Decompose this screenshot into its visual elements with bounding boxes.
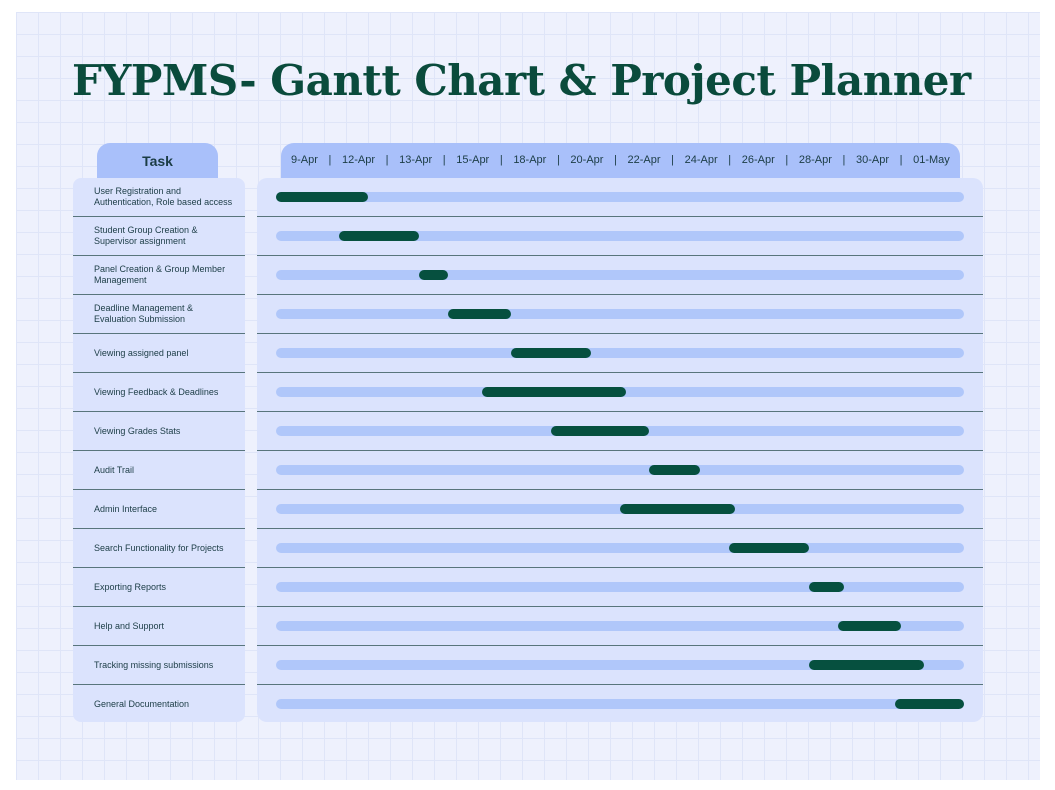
task-label: Exporting Reports — [94, 581, 167, 592]
bar-row — [257, 256, 983, 295]
page-title: FYPMS- Gantt Chart & Project Planner — [72, 56, 971, 105]
task-label: Deadline Management & Evaluation Submiss… — [94, 303, 194, 324]
task-list-panel: User Registration and Authentication, Ro… — [73, 178, 245, 722]
bar-row — [257, 451, 983, 490]
date-tick-label: 01-May — [913, 154, 950, 166]
task-row: Help and Support — [73, 607, 245, 646]
task-row: Tracking missing submissions — [73, 646, 245, 685]
bar-row — [257, 685, 983, 722]
date-tick-separator: | — [899, 154, 903, 166]
bar-row — [257, 568, 983, 607]
bar-row — [257, 607, 983, 646]
task-bar — [339, 231, 420, 241]
task-bar — [620, 504, 735, 514]
task-label: Help and Support — [94, 620, 165, 631]
date-tick-label: 9-Apr — [291, 154, 318, 166]
task-row: Student Group Creation & Supervisor assi… — [73, 217, 245, 256]
date-tick-label: 30-Apr — [855, 154, 889, 166]
date-tick-label: 15-Apr — [456, 154, 490, 166]
bar-row — [257, 529, 983, 568]
date-axis-header: 9-Apr | 12-Apr | 13-Apr | 15-Apr | 18-Apr | 20-Apr… — [281, 143, 960, 183]
timeline-track — [276, 309, 964, 319]
task-row: Exporting Reports — [73, 568, 245, 607]
bar-row — [257, 334, 983, 373]
date-tick-label: 22-Apr — [627, 154, 661, 166]
task-label: Admin Interface — [94, 503, 158, 514]
task-label: Tracking missing submissions — [94, 659, 214, 670]
timeline-track — [276, 699, 964, 709]
bar-row — [257, 217, 983, 256]
date-tick-label: 13-Apr — [399, 154, 433, 166]
gantt-bars-panel — [257, 178, 983, 722]
task-label: Viewing Grades Stats — [94, 425, 181, 436]
task-label: Search Functionality for Projects — [94, 542, 224, 553]
date-tick-label: 28-Apr — [798, 154, 832, 166]
bar-row — [257, 490, 983, 529]
task-label: Viewing Feedback & Deadlines — [94, 386, 219, 397]
date-tick-separator: | — [385, 154, 389, 166]
task-bar — [419, 270, 448, 280]
task-bar — [276, 192, 368, 202]
date-tick-label: 24-Apr — [684, 154, 718, 166]
bar-row — [257, 646, 983, 685]
timeline-track — [276, 348, 964, 358]
date-tick-label: 12-Apr — [341, 154, 376, 166]
task-row: Search Functionality for Projects — [73, 529, 245, 568]
timeline-track — [276, 582, 964, 592]
bar-row — [257, 412, 983, 451]
bar-row — [257, 178, 983, 217]
task-bar — [482, 387, 626, 397]
task-row: Admin Interface — [73, 490, 245, 529]
bar-row — [257, 373, 983, 412]
task-row: Viewing Grades Stats — [73, 412, 245, 451]
date-tick-separator: | — [442, 154, 446, 166]
task-bar — [551, 426, 649, 436]
task-row: User Registration and Authentication, Ro… — [73, 178, 245, 217]
task-label: Viewing assigned panel — [94, 347, 189, 358]
date-tick-separator: | — [671, 154, 675, 166]
task-bar — [511, 348, 592, 358]
date-tick-separator: | — [785, 154, 789, 166]
task-bar — [448, 309, 512, 319]
task-bar — [809, 660, 924, 670]
date-tick-label: 20-Apr — [570, 154, 604, 166]
task-row: Panel Creation & Group Member Management — [73, 256, 245, 295]
task-bar — [728, 543, 810, 553]
timeline-track — [276, 465, 964, 475]
date-tick-separator: | — [728, 154, 732, 166]
timeline-track — [276, 543, 964, 553]
timeline-track — [276, 270, 964, 280]
date-tick-separator: | — [556, 154, 560, 166]
gantt-page: FYPMS- Gantt Chart & Project Planner Tas… — [16, 12, 1040, 780]
task-label: Student Group Creation & Supervisor assi… — [94, 225, 198, 246]
task-bar — [895, 699, 964, 709]
bar-row — [257, 295, 983, 334]
task-label: General Documentation — [94, 699, 190, 709]
task-bar — [837, 621, 901, 631]
task-row: Viewing Feedback & Deadlines — [73, 373, 245, 412]
task-label: Audit Trail — [94, 464, 135, 475]
task-bar — [809, 582, 844, 592]
task-row: General Documentation — [73, 685, 245, 722]
date-tick-label: 26-Apr — [741, 154, 775, 166]
date-tick-separator: | — [499, 154, 503, 166]
timeline-track — [276, 192, 964, 202]
date-tick-label: 18-Apr — [513, 154, 547, 166]
task-column-header: Task — [97, 143, 218, 183]
task-row: Deadline Management & Evaluation Submiss… — [73, 295, 245, 334]
task-bar — [648, 465, 701, 475]
task-row: Audit Trail — [73, 451, 245, 490]
task-row: Viewing assigned panel — [73, 334, 245, 373]
date-tick-row: 9-Apr | 12-Apr | 13-Apr | 15-Apr | 18-Apr | 20-Apr… — [291, 154, 950, 166]
date-tick-separator: | — [614, 154, 617, 166]
date-tick-separator: | — [842, 154, 846, 166]
date-tick-separator: | — [328, 154, 332, 166]
task-label: Panel Creation & Group Member Management — [94, 264, 226, 285]
task-label: User Registration and Authentication, Ro… — [94, 186, 233, 207]
